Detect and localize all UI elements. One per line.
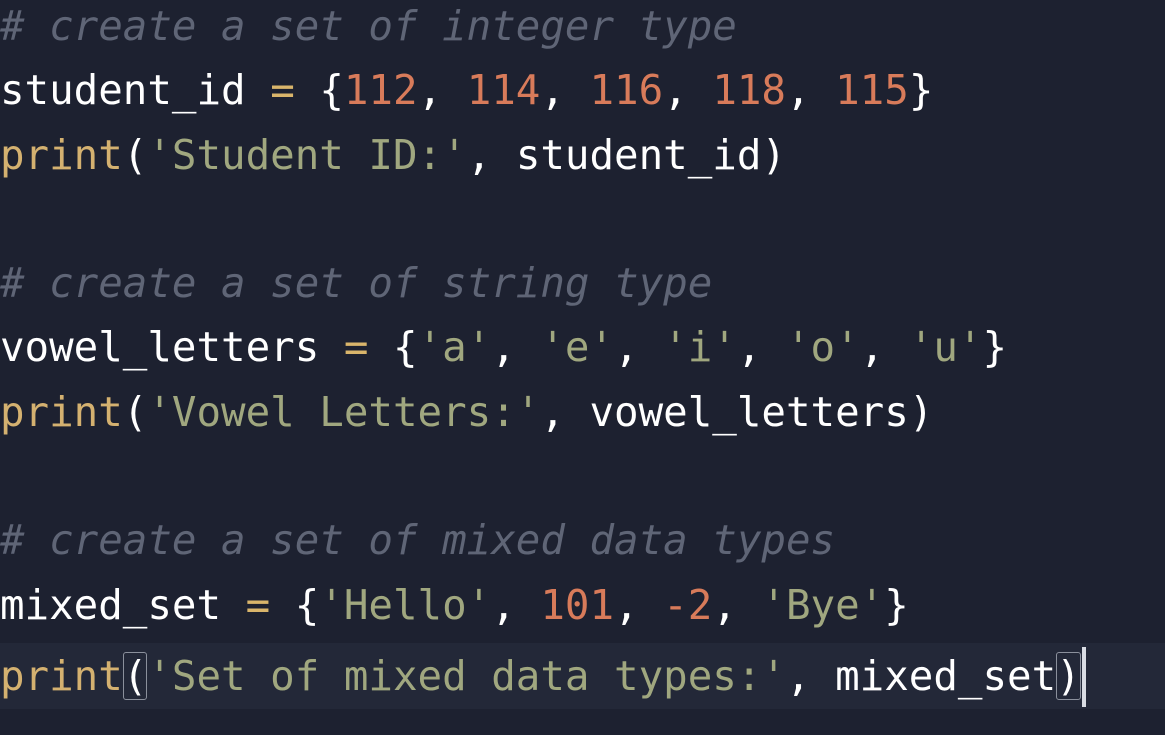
open-brace: {: [294, 580, 320, 629]
number-literal: 101: [540, 580, 615, 629]
open-brace: {: [319, 66, 344, 115]
string-literal: 'e': [540, 323, 615, 372]
string-literal: 'Bye': [761, 580, 885, 629]
number-literal: 112: [343, 66, 418, 115]
number-literal: 115: [835, 66, 909, 115]
comma: ,: [614, 580, 664, 629]
comment: # create a set of string type: [0, 259, 713, 308]
comment: # create a set of integer type: [0, 2, 737, 50]
code-line-5[interactable]: # create a set of string type: [0, 255, 1165, 319]
code-editor[interactable]: # create a set of integer type student_i…: [0, 0, 1165, 733]
number-literal: -2: [663, 580, 713, 629]
code-line-3[interactable]: print('Student ID:', student_id): [0, 127, 1165, 191]
code-line-1[interactable]: # create a set of integer type: [0, 0, 1165, 62]
function-name: print: [0, 387, 123, 436]
variable-name: vowel_letters: [589, 387, 909, 436]
matched-open-paren: (: [122, 651, 148, 700]
text-cursor: [1081, 646, 1086, 707]
code-line-2[interactable]: student_id = {112, 114, 116, 118, 115}: [0, 62, 1165, 126]
variable-name: mixed_set: [0, 580, 222, 629]
comma: ,: [540, 66, 590, 115]
comma: ,: [736, 323, 786, 372]
comma: ,: [466, 130, 516, 179]
open-paren: (: [122, 130, 148, 179]
open-brace: {: [393, 323, 418, 372]
number-literal: 116: [589, 66, 664, 115]
number-literal: 114: [466, 66, 541, 115]
code-line-6[interactable]: vowel_letters = {'a', 'e', 'i', 'o', 'u'…: [0, 319, 1165, 383]
comma: ,: [663, 66, 713, 115]
assign-operator: =: [343, 323, 369, 372]
close-paren: ): [908, 387, 934, 436]
comma: ,: [417, 66, 467, 115]
comma: ,: [491, 580, 541, 629]
variable-name: student_id: [0, 66, 246, 115]
code-line-9[interactable]: # create a set of mixed data types: [0, 512, 1165, 576]
string-literal: 'Hello': [319, 580, 492, 629]
comment: # create a set of mixed data types: [0, 516, 836, 565]
comma: ,: [712, 580, 762, 629]
variable-name: student_id: [515, 130, 762, 179]
close-paren: ): [761, 130, 786, 179]
comma: ,: [785, 651, 836, 700]
close-brace: }: [982, 323, 1008, 372]
code-line-10[interactable]: mixed_set = {'Hello', 101, -2, 'Bye'}: [0, 577, 1165, 641]
assign-operator: =: [270, 66, 295, 115]
comma: ,: [786, 66, 836, 115]
string-literal: 'i': [663, 323, 737, 372]
comma: ,: [614, 323, 664, 372]
string-literal: 'Vowel Letters:': [147, 387, 541, 436]
close-brace: }: [884, 580, 909, 629]
string-literal: 'a': [417, 323, 492, 372]
assign-operator: =: [245, 580, 271, 629]
string-literal: 'u': [908, 323, 983, 372]
string-literal: 'Student ID:': [147, 130, 467, 179]
comma: ,: [540, 387, 590, 436]
function-name: print: [0, 130, 123, 179]
number-literal: 118: [712, 66, 786, 115]
code-line-4[interactable]: [0, 191, 1165, 255]
matched-close-paren: ): [1056, 651, 1081, 700]
variable-name: mixed_set: [835, 651, 1057, 700]
comma: ,: [491, 323, 541, 372]
variable-name: vowel_letters: [0, 323, 320, 372]
code-line-11-current[interactable]: print('Set of mixed data types:', mixed_…: [0, 642, 1165, 709]
string-literal: 'o': [786, 323, 860, 372]
open-paren: (: [122, 387, 148, 436]
code-line-8[interactable]: [0, 448, 1165, 512]
code-line-7[interactable]: print('Vowel Letters:', vowel_letters): [0, 384, 1165, 448]
function-name: print: [0, 651, 123, 700]
close-brace: }: [908, 66, 934, 115]
comma: ,: [859, 323, 909, 372]
string-literal: 'Set of mixed data types:': [147, 651, 786, 700]
